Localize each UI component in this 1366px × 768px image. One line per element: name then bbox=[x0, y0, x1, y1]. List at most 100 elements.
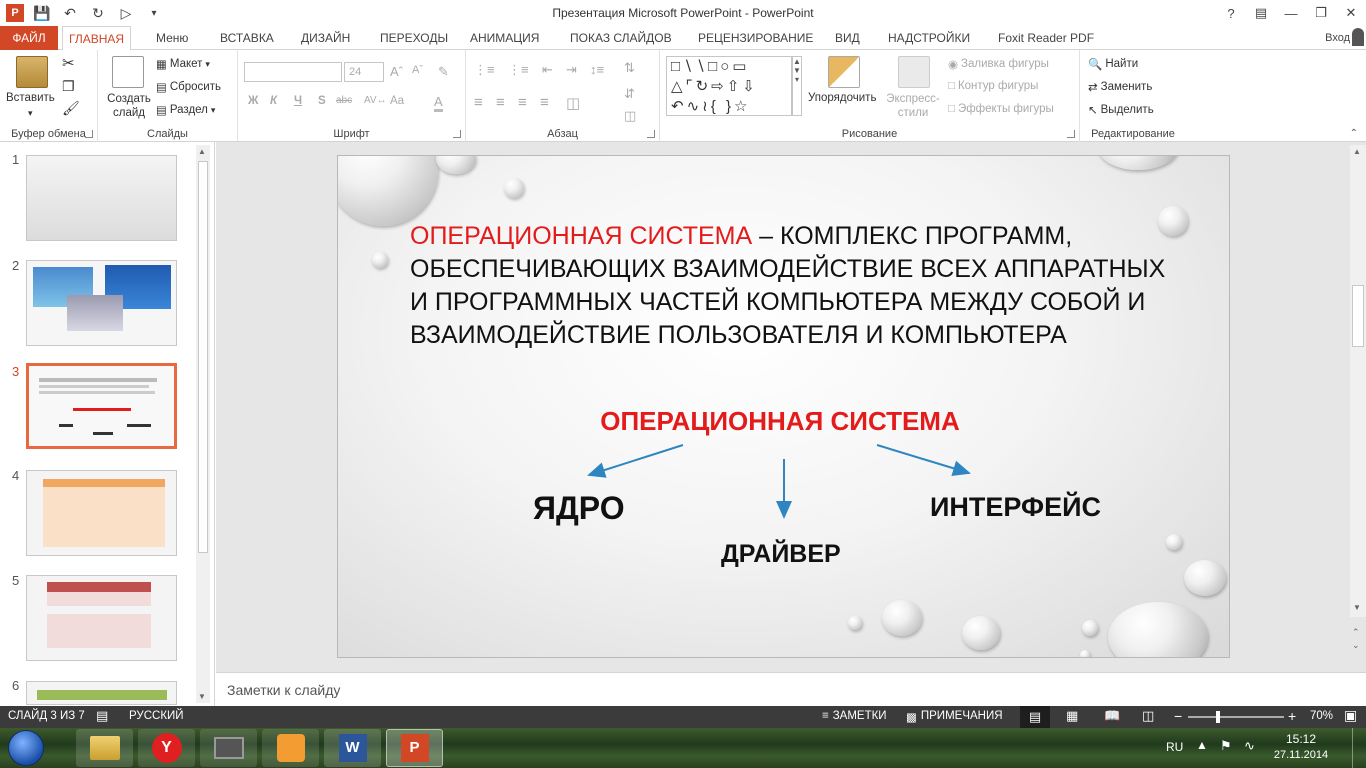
input-language[interactable]: RU bbox=[1166, 740, 1183, 754]
strikethrough-icon[interactable]: abc bbox=[336, 95, 352, 106]
align-center-icon[interactable]: ≡ bbox=[496, 94, 505, 111]
quick-styles-button[interactable]: Экспресс-стили bbox=[884, 92, 942, 120]
layout-button[interactable]: ▦ Макет ▾ bbox=[156, 57, 210, 71]
comments-toggle[interactable]: ▩ ПРИМЕЧАНИЯ bbox=[906, 710, 1003, 724]
scroll-down-icon[interactable]: ▼ bbox=[1353, 603, 1361, 612]
find-button[interactable]: 🔍 Найти bbox=[1088, 57, 1138, 71]
char-spacing-icon[interactable]: AV↔ bbox=[364, 95, 387, 106]
slide-thumbnail-2[interactable] bbox=[26, 260, 177, 346]
align-text-icon[interactable]: ⇵ bbox=[624, 86, 635, 102]
arrange-icon[interactable] bbox=[828, 56, 860, 88]
restore-button[interactable]: ❐ bbox=[1306, 0, 1336, 26]
shape-outline-button[interactable]: □ Контур фигуры bbox=[948, 80, 1038, 92]
tab-file[interactable]: ФАЙЛ bbox=[0, 26, 58, 50]
shapes-gallery-scroll[interactable]: ▲ ▼ ▾ bbox=[792, 56, 802, 116]
collapse-ribbon-icon[interactable]: ⌃ bbox=[1350, 128, 1358, 139]
bullets-icon[interactable]: ⋮≡ bbox=[474, 62, 495, 78]
clock-time[interactable]: 15:12 bbox=[1268, 732, 1334, 746]
shape-effects-button[interactable]: □ Эффекты фигуры bbox=[948, 103, 1054, 115]
node-driver[interactable]: ДРАЙВЕР bbox=[721, 540, 841, 569]
clock-date[interactable]: 27.11.2014 bbox=[1268, 749, 1334, 761]
zoom-slider-thumb[interactable] bbox=[1216, 711, 1220, 723]
numbering-icon[interactable]: ⋮≡ bbox=[508, 62, 529, 78]
change-case-button[interactable]: Aa bbox=[390, 95, 404, 107]
arrange-button[interactable]: Упорядочить bbox=[808, 92, 876, 104]
zoom-out-icon[interactable]: − bbox=[1174, 708, 1182, 724]
align-left-icon[interactable]: ≡ bbox=[474, 94, 483, 111]
align-right-icon[interactable]: ≡ bbox=[518, 94, 527, 111]
normal-view-icon[interactable]: ▤ bbox=[1020, 706, 1050, 728]
clear-format-icon[interactable]: ✎ bbox=[438, 64, 449, 80]
slide-sorter-icon[interactable]: ▦ bbox=[1066, 708, 1078, 724]
tab-view[interactable]: ВИД bbox=[829, 26, 866, 50]
reset-button[interactable]: ▤ Сбросить bbox=[156, 80, 221, 94]
account-icon[interactable] bbox=[1352, 28, 1364, 46]
node-kernel[interactable]: ЯДРО bbox=[533, 490, 625, 527]
cut-icon[interactable]: ✂ bbox=[62, 54, 75, 72]
word-icon[interactable]: W bbox=[324, 729, 381, 767]
slide-thumbnail-6[interactable] bbox=[26, 681, 177, 705]
ribbon-display-icon[interactable]: ▤ bbox=[1246, 0, 1276, 26]
replace-button[interactable]: ⇄ Заменить bbox=[1088, 80, 1152, 94]
decrease-indent-icon[interactable]: ⇤ bbox=[542, 62, 553, 78]
new-slide-icon[interactable] bbox=[112, 56, 144, 88]
tab-foxit[interactable]: Foxit Reader PDF bbox=[992, 26, 1100, 50]
paragraph-launcher-icon[interactable] bbox=[647, 130, 655, 138]
reading-view-icon[interactable]: 📖 bbox=[1104, 708, 1120, 724]
tab-design[interactable]: ДИЗАЙН bbox=[295, 26, 356, 50]
copy-icon[interactable]: ❐ bbox=[62, 78, 75, 95]
font-color-icon[interactable]: A bbox=[434, 94, 443, 112]
thumbnail-scrollbar[interactable]: ▲ ▼ bbox=[196, 145, 210, 703]
media-app-icon[interactable] bbox=[200, 729, 257, 767]
help-button[interactable]: ? bbox=[1216, 0, 1246, 26]
prev-next-slide-icon[interactable]: ⌃ ⌄ bbox=[1352, 626, 1360, 652]
slide-thumbnail-1[interactable] bbox=[26, 155, 177, 241]
text-direction-icon[interactable]: ⇅ bbox=[624, 60, 635, 76]
spellcheck-icon[interactable]: ▤ bbox=[96, 708, 108, 724]
powerpoint-taskbar-icon[interactable]: P bbox=[386, 729, 443, 767]
format-painter-icon[interactable]: 🖌 bbox=[62, 100, 80, 117]
notes-pane[interactable]: Заметки к слайду bbox=[216, 672, 1366, 706]
section-button[interactable]: ▤ Раздел ▾ bbox=[156, 103, 215, 117]
paste-icon[interactable] bbox=[16, 56, 48, 88]
select-button[interactable]: ↖ Выделить bbox=[1088, 103, 1154, 117]
smartart-icon[interactable]: ◫ bbox=[624, 108, 636, 124]
close-button[interactable]: ✕ bbox=[1336, 0, 1366, 26]
slide-thumbnail-3[interactable] bbox=[26, 363, 177, 449]
flag-icon[interactable]: ⚑ bbox=[1220, 738, 1232, 754]
minimize-button[interactable]: — bbox=[1276, 0, 1306, 26]
italic-button[interactable]: К bbox=[270, 95, 277, 107]
show-desktop-button[interactable] bbox=[1352, 728, 1366, 768]
drawing-launcher-icon[interactable] bbox=[1067, 130, 1075, 138]
scroll-up-icon[interactable]: ▲ bbox=[1353, 147, 1361, 156]
zoom-in-icon[interactable]: + bbox=[1288, 708, 1296, 724]
font-name-field[interactable] bbox=[244, 62, 342, 82]
zoom-slider[interactable] bbox=[1188, 716, 1284, 718]
notes-toggle[interactable]: ≡ ЗАМЕТКИ bbox=[822, 710, 887, 722]
network-icon[interactable]: ∿ bbox=[1244, 738, 1255, 754]
paste-button[interactable]: Вставить bbox=[6, 92, 55, 104]
tab-menu[interactable]: Меню bbox=[150, 26, 194, 50]
scroll-thumb[interactable] bbox=[1352, 285, 1364, 347]
quick-styles-icon[interactable] bbox=[898, 56, 930, 88]
explorer-icon[interactable] bbox=[76, 729, 133, 767]
font-launcher-icon[interactable] bbox=[453, 130, 461, 138]
tray-expand-icon[interactable]: ▲ bbox=[1196, 738, 1208, 752]
tab-insert[interactable]: ВСТАВКА bbox=[214, 26, 280, 50]
tab-home[interactable]: ГЛАВНАЯ bbox=[62, 26, 132, 51]
increase-indent-icon[interactable]: ⇥ bbox=[566, 62, 577, 78]
scroll-down-icon[interactable]: ▼ bbox=[198, 692, 206, 701]
scroll-up-icon[interactable]: ▲ bbox=[198, 147, 206, 156]
start-button-icon[interactable] bbox=[8, 730, 44, 766]
grow-font-icon[interactable]: Aˆ bbox=[390, 64, 403, 79]
fit-to-window-icon[interactable]: ▣ bbox=[1344, 707, 1357, 724]
tab-slideshow[interactable]: ПОКАЗ СЛАЙДОВ bbox=[564, 26, 678, 50]
bold-button[interactable]: Ж bbox=[248, 95, 258, 107]
tab-addins[interactable]: НАДСТРОЙКИ bbox=[882, 26, 976, 50]
tab-transitions[interactable]: ПЕРЕХОДЫ bbox=[374, 26, 454, 50]
sign-in-link[interactable]: Вход bbox=[1325, 32, 1350, 44]
new-slide-button[interactable]: Создать слайд bbox=[106, 92, 152, 120]
columns-icon[interactable]: ◫ bbox=[566, 94, 580, 112]
slide-thumbnail-4[interactable] bbox=[26, 470, 177, 556]
tab-animation[interactable]: АНИМАЦИЯ bbox=[464, 26, 545, 50]
